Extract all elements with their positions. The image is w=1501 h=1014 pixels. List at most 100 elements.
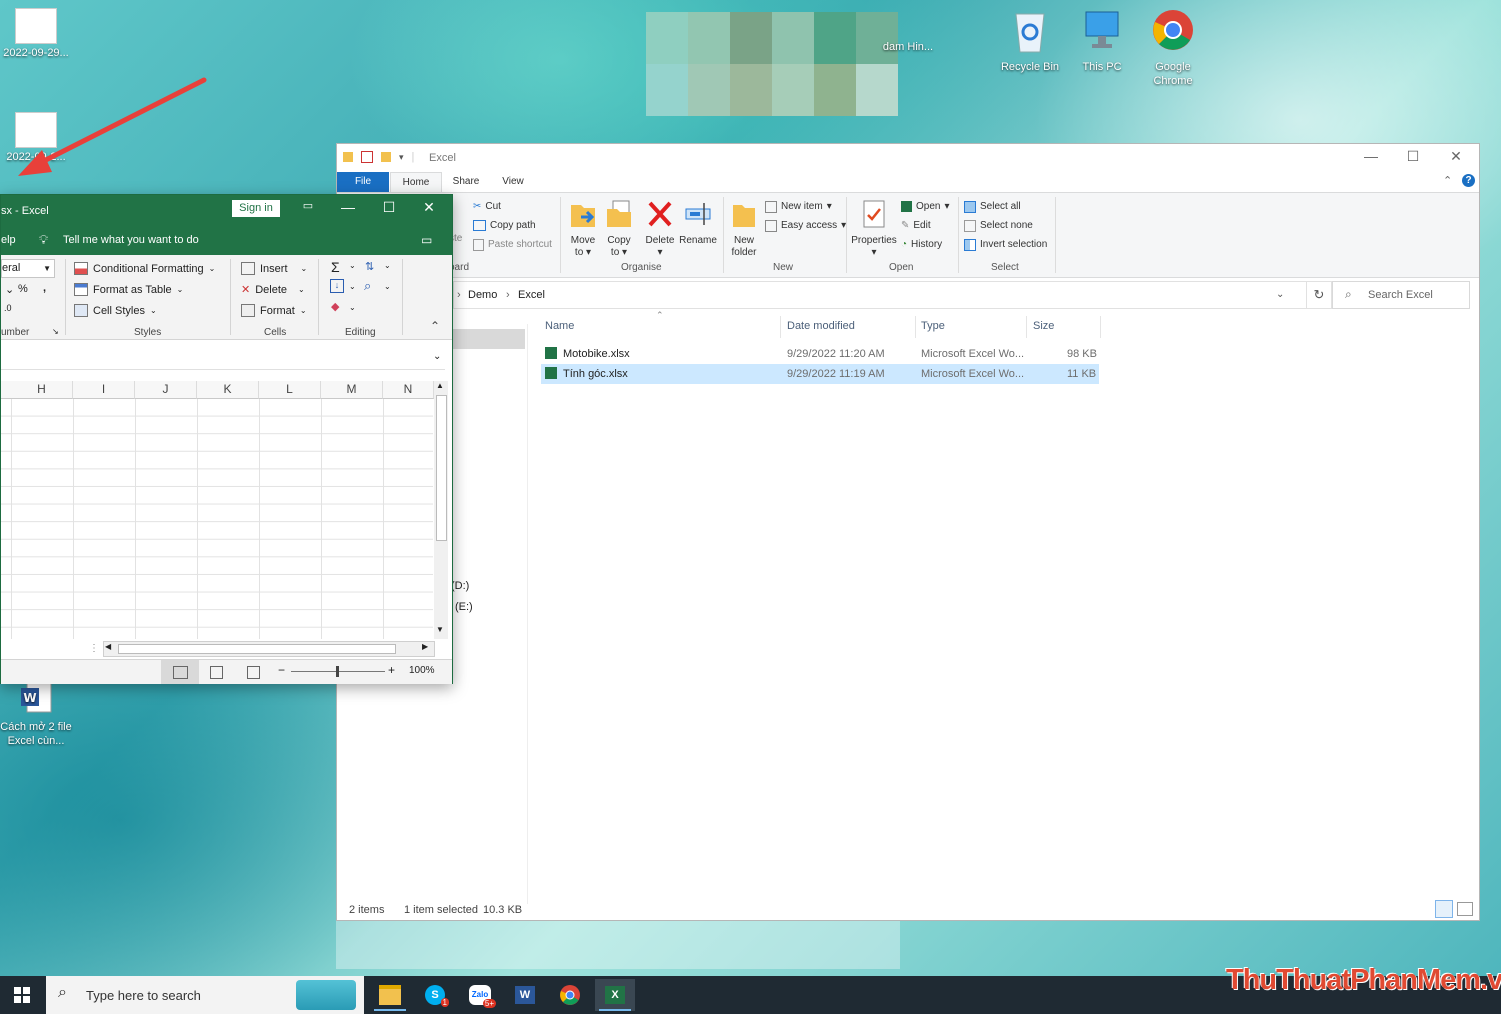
delete-cells-button[interactable]: ✕ Delete ⌄ xyxy=(241,280,305,299)
chevron-down-icon[interactable]: ⌄ xyxy=(349,303,356,312)
new-folder-qa-icon[interactable] xyxy=(381,152,391,162)
taskbar-zalo[interactable]: Zalo 5+ xyxy=(460,979,500,1011)
tab-share[interactable]: Share xyxy=(445,172,487,192)
percent-style-button[interactable]: % xyxy=(18,283,28,295)
column-header-size[interactable]: Size xyxy=(1033,320,1054,332)
column-header-date[interactable]: Date modified xyxy=(787,320,855,332)
tab-help-partial[interactable]: elp xyxy=(1,234,16,246)
cell-styles-button[interactable]: Cell Styles ⌄ xyxy=(74,301,157,320)
column-divider[interactable] xyxy=(780,316,781,338)
paste-shortcut-button[interactable]: Paste shortcut xyxy=(473,235,552,254)
column-header-m[interactable]: M xyxy=(321,381,383,399)
select-none-button[interactable]: Select none xyxy=(964,216,1047,235)
column-header-k[interactable]: K xyxy=(197,381,259,399)
minimize-button[interactable]: — xyxy=(1351,148,1391,168)
taskbar-chrome[interactable] xyxy=(550,979,590,1011)
format-cells-button[interactable]: Format ⌄ xyxy=(241,301,307,320)
tab-home[interactable]: Home xyxy=(390,172,442,192)
formula-bar[interactable]: ⌄ xyxy=(1,349,445,370)
new-item-button[interactable]: New item ▾ xyxy=(765,197,846,216)
maximize-button[interactable]: ☐ xyxy=(1393,148,1433,168)
column-header-name[interactable]: Name xyxy=(545,320,574,332)
column-header-j[interactable]: J xyxy=(135,381,197,399)
zoom-out-button[interactable]: − xyxy=(278,663,285,677)
horizontal-scrollbar[interactable]: ◀ ▶ xyxy=(103,641,435,657)
invert-selection-button[interactable]: Invert selection xyxy=(964,235,1047,254)
desktop-icon-this-pc[interactable]: This PC xyxy=(1066,8,1138,74)
collapse-ribbon-icon[interactable]: ⌃ xyxy=(1443,174,1452,187)
refresh-icon[interactable]: ↻ xyxy=(1306,281,1332,309)
sort-filter-icon[interactable]: ⇅ xyxy=(365,260,374,273)
taskbar-file-explorer[interactable] xyxy=(370,979,410,1011)
column-header-h[interactable]: H xyxy=(11,381,73,399)
chevron-down-icon[interactable]: ⌄ xyxy=(349,282,356,291)
horizontal-scroll-thumb[interactable] xyxy=(118,644,396,654)
comma-style-button[interactable]: , xyxy=(43,282,46,294)
vertical-scrollbar[interactable]: ▲ ▼ xyxy=(434,381,448,639)
fill-down-icon[interactable]: ↓ xyxy=(330,279,344,293)
column-divider[interactable] xyxy=(915,316,916,338)
zoom-in-button[interactable]: + xyxy=(388,663,395,677)
comments-icon[interactable]: ▭ xyxy=(421,233,432,247)
breadcrumb-excel[interactable]: Excel xyxy=(518,289,545,301)
move-to-button[interactable]: Move to ▾ xyxy=(567,199,599,259)
nav-drive-d[interactable]: (D:) xyxy=(451,580,469,592)
chevron-down-icon[interactable]: ⌄ xyxy=(384,261,391,270)
new-folder-button[interactable]: New folder xyxy=(729,199,759,259)
edit-button[interactable]: ✎ Edit xyxy=(901,216,950,235)
cut-button[interactable]: ✂ Cut xyxy=(473,197,552,216)
insert-cells-button[interactable]: Insert ⌄ xyxy=(241,259,307,278)
sheet-tab-splitter-icon[interactable]: ⋮ xyxy=(89,643,99,654)
open-button[interactable]: Open ▾ xyxy=(901,197,950,216)
maximize-button[interactable]: ☐ xyxy=(374,199,404,217)
minimize-button[interactable]: — xyxy=(333,199,363,217)
taskbar-excel[interactable]: X xyxy=(595,979,635,1011)
copy-path-button[interactable]: Copy path xyxy=(473,216,552,235)
desktop-icon-recycle-bin[interactable]: Recycle Bin xyxy=(994,8,1066,74)
details-view-icon[interactable] xyxy=(1435,900,1453,918)
format-as-table-button[interactable]: Format as Table ⌄ xyxy=(74,280,183,299)
desktop-icon-word-doc[interactable]: W Cách mở 2 file Excel cùn... xyxy=(0,680,72,748)
find-select-icon[interactable]: ⌕ xyxy=(364,278,371,294)
desktop-icon-chrome[interactable]: Google Chrome xyxy=(1137,6,1209,88)
collapse-ribbon-icon[interactable]: ⌃ xyxy=(430,319,440,333)
nav-pane-selected-item[interactable] xyxy=(451,329,525,349)
desktop-icon-folder[interactable]: dam Hin... xyxy=(880,40,936,54)
dialog-launcher-icon[interactable]: ↘ xyxy=(52,327,59,336)
properties-check-icon[interactable] xyxy=(361,151,373,163)
column-header-n[interactable]: N xyxy=(383,381,434,399)
easy-access-button[interactable]: Easy access ▾ xyxy=(765,216,846,235)
taskbar-skype[interactable]: S 1 xyxy=(415,979,455,1011)
autosum-icon[interactable]: Σ xyxy=(331,259,340,275)
accounting-format-chevron-icon[interactable]: ⌄ xyxy=(5,283,14,296)
select-all-button[interactable]: Select all xyxy=(964,197,1047,216)
scroll-up-icon[interactable]: ▲ xyxy=(436,381,444,390)
scroll-left-icon[interactable]: ◀ xyxy=(105,642,111,651)
close-button[interactable]: ✕ xyxy=(414,199,444,217)
tab-file[interactable]: File xyxy=(337,172,389,192)
rename-button[interactable]: Rename xyxy=(679,199,717,247)
clear-eraser-icon[interactable]: ◆ xyxy=(331,300,339,313)
column-divider[interactable] xyxy=(1100,316,1101,338)
ribbon-display-options-icon[interactable]: ▭ xyxy=(293,199,323,217)
history-button[interactable]: ◔ History xyxy=(901,235,950,254)
column-divider[interactable] xyxy=(1026,316,1027,338)
chevron-down-icon[interactable]: ⌄ xyxy=(349,261,356,270)
tell-me-search[interactable]: Tell me what you want to do xyxy=(63,234,199,246)
decrease-decimal-icon[interactable]: .0 xyxy=(4,303,12,313)
help-icon[interactable]: ? xyxy=(1462,174,1475,187)
column-header-type[interactable]: Type xyxy=(921,320,945,332)
zoom-slider-thumb[interactable] xyxy=(336,666,339,677)
worksheet-grid[interactable]: H I J K L M N xyxy=(1,381,434,639)
expand-formula-bar-icon[interactable]: ⌄ xyxy=(433,351,441,362)
address-bar[interactable]: › Demo › Excel ⌄ xyxy=(453,281,1307,309)
number-format-dropdown[interactable]: eral ▼ xyxy=(1,259,55,278)
breadcrumb-demo[interactable]: Demo xyxy=(468,289,497,301)
scroll-right-icon[interactable]: ▶ xyxy=(422,642,428,651)
search-box[interactable]: ⌕ Search Excel xyxy=(1332,281,1470,309)
page-layout-view-icon[interactable] xyxy=(210,666,223,679)
file-row-selected[interactable]: Tính góc.xlsx 9/29/2022 11:19 AM Microso… xyxy=(541,364,1099,384)
scroll-down-icon[interactable]: ▼ xyxy=(436,625,444,634)
properties-button[interactable]: Properties ▾ xyxy=(851,199,897,259)
vertical-scroll-thumb[interactable] xyxy=(436,395,447,541)
